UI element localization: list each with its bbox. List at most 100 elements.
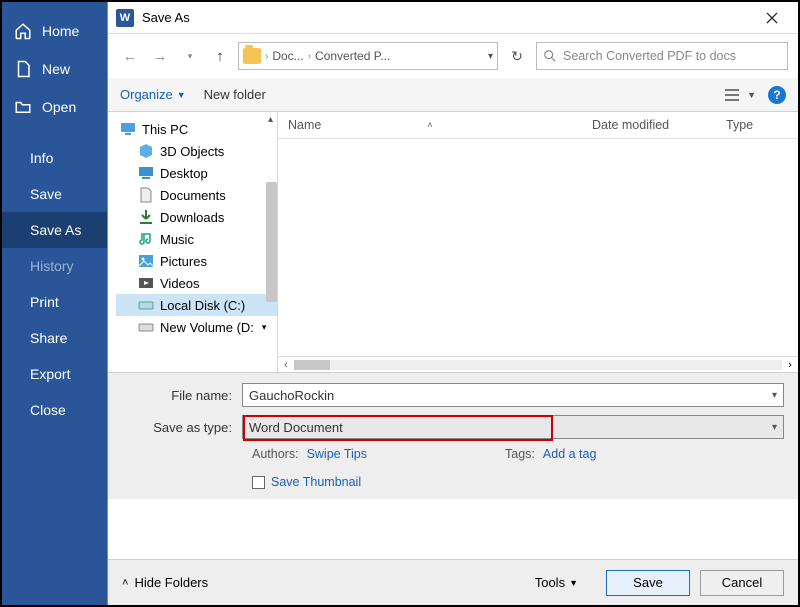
pictures-icon (138, 253, 154, 269)
file-name-value: GauchoRockin (249, 388, 334, 403)
sidebar-item-save[interactable]: Save (2, 176, 107, 212)
tree-label: Downloads (160, 210, 224, 225)
breadcrumb-part[interactable]: Converted P... (315, 49, 390, 63)
breadcrumb-dropdown-icon[interactable]: ▾ (488, 51, 493, 62)
app-root: Home New Open Info Save Save As History … (0, 0, 800, 607)
disk-icon (138, 297, 154, 313)
pc-icon (120, 121, 136, 137)
tree-item-this-pc[interactable]: This PC (116, 118, 277, 140)
save-thumbnail-checkbox[interactable] (252, 476, 265, 489)
save-button[interactable]: Save (606, 570, 690, 596)
cancel-button[interactable]: Cancel (700, 570, 784, 596)
tags-value[interactable]: Add a tag (543, 447, 597, 461)
tree-item-pictures[interactable]: Pictures (116, 250, 277, 272)
chevron-right-icon: › (308, 51, 311, 62)
save-thumbnail-label[interactable]: Save Thumbnail (271, 475, 361, 489)
chevron-down-icon[interactable]: ▾ (772, 422, 777, 433)
tree-item-documents[interactable]: Documents (116, 184, 277, 206)
desktop-icon (138, 165, 154, 181)
save-type-label: Save as type: (122, 420, 242, 435)
tree-item-3d-objects[interactable]: 3D Objects (116, 140, 277, 162)
tree-item-music[interactable]: Music (116, 228, 277, 250)
folder-tree: ▴ This PC 3D Objects Desktop (108, 112, 278, 372)
column-header-name[interactable]: Name ˄ (288, 118, 588, 132)
sidebar-item-home[interactable]: Home (2, 12, 107, 50)
view-options-button[interactable]: ▼ (725, 88, 756, 102)
search-input[interactable]: Search Converted PDF to docs (536, 42, 788, 70)
tree-item-downloads[interactable]: Downloads (116, 206, 277, 228)
close-button[interactable] (754, 5, 790, 31)
breadcrumb-bar[interactable]: › Doc... › Converted P... ▾ (238, 42, 498, 70)
column-header-type[interactable]: Type (726, 118, 788, 132)
refresh-button[interactable]: ↻ (504, 43, 530, 69)
chevron-down-icon: ▼ (747, 90, 756, 100)
videos-icon (138, 275, 154, 291)
sidebar-label: Save (30, 186, 62, 202)
new-folder-button[interactable]: New folder (204, 87, 266, 102)
sidebar-item-open[interactable]: Open (2, 88, 107, 126)
close-icon (766, 12, 778, 24)
scroll-thumb[interactable] (294, 360, 330, 370)
sidebar-item-export[interactable]: Export (2, 356, 107, 392)
tree-scrollbar[interactable] (266, 182, 277, 302)
file-name-label: File name: (122, 388, 242, 403)
chevron-down-icon: ▼ (569, 578, 578, 588)
breadcrumb-part[interactable]: Doc... (272, 49, 303, 63)
chevron-down-icon[interactable]: ▾ (772, 390, 777, 401)
tree-item-new-volume[interactable]: New Volume (D: ▾ (116, 316, 277, 338)
tree-label: Local Disk (C:) (160, 298, 245, 313)
cube-icon (138, 143, 154, 159)
tree-label: This PC (142, 122, 188, 137)
dialog-footer: ˄ Hide Folders Tools ▼ Save Cancel (108, 559, 798, 605)
horizontal-scrollbar[interactable]: ‹ › (278, 356, 798, 372)
file-pane: Name ˄ Date modified Type ‹ › (278, 112, 798, 372)
sidebar-item-save-as[interactable]: Save As (2, 212, 107, 248)
sidebar-item-print[interactable]: Print (2, 284, 107, 320)
tree-item-desktop[interactable]: Desktop (116, 162, 277, 184)
chevron-right-icon: › (265, 51, 268, 62)
nav-recent-dropdown[interactable]: ▾ (178, 44, 202, 68)
new-doc-icon (14, 60, 32, 78)
save-type-row: Save as type: Word Document ▾ (122, 415, 784, 439)
sidebar-item-new[interactable]: New (2, 50, 107, 88)
sidebar-item-share[interactable]: Share (2, 320, 107, 356)
home-icon (14, 22, 32, 40)
tags-label: Tags: (505, 447, 535, 461)
nav-forward-button[interactable]: → (148, 44, 172, 68)
sidebar-label: Home (42, 23, 79, 39)
sidebar-item-history: History (2, 248, 107, 284)
scroll-up-icon[interactable]: ▴ (268, 114, 273, 125)
organize-button[interactable]: Organize ▼ (120, 87, 186, 102)
file-list[interactable] (278, 139, 798, 356)
tree-label: New Volume (D: (160, 320, 254, 335)
tree-label: Pictures (160, 254, 207, 269)
tree-item-local-disk[interactable]: Local Disk (C:) (116, 294, 277, 316)
save-as-dialog: W Save As ← → ▾ ↑ › Doc... › Converted P… (107, 2, 798, 605)
hide-folders-button[interactable]: ˄ Hide Folders (122, 575, 208, 590)
sidebar-label: Export (30, 366, 70, 382)
tree-label: 3D Objects (160, 144, 224, 159)
save-type-select[interactable]: Word Document ▾ (242, 415, 784, 439)
sort-asc-icon: ˄ (427, 120, 432, 130)
scroll-right-icon[interactable]: › (782, 359, 798, 371)
sidebar-item-close[interactable]: Close (2, 392, 107, 428)
nav-back-button[interactable]: ← (118, 44, 142, 68)
file-name-input[interactable]: GauchoRockin ▾ (242, 383, 784, 407)
sidebar-label: Save As (30, 222, 81, 238)
form-area: File name: GauchoRockin ▾ Save as type: … (108, 372, 798, 499)
word-backstage-sidebar: Home New Open Info Save Save As History … (2, 2, 107, 605)
sidebar-item-info[interactable]: Info (2, 140, 107, 176)
authors-value[interactable]: Swipe Tips (307, 447, 367, 461)
nav-up-button[interactable]: ↑ (208, 44, 232, 68)
tools-button[interactable]: Tools ▼ (535, 575, 578, 590)
column-header-date[interactable]: Date modified (592, 118, 722, 132)
downloads-icon (138, 209, 154, 225)
sidebar-label: Close (30, 402, 66, 418)
help-button[interactable]: ? (768, 86, 786, 104)
scroll-track[interactable] (294, 360, 782, 370)
tree-item-videos[interactable]: Videos (116, 272, 277, 294)
sidebar-label: Print (30, 294, 59, 310)
scroll-left-icon[interactable]: ‹ (278, 359, 294, 371)
tree-label: Desktop (160, 166, 208, 181)
save-thumbnail-row: Save Thumbnail (252, 475, 784, 489)
